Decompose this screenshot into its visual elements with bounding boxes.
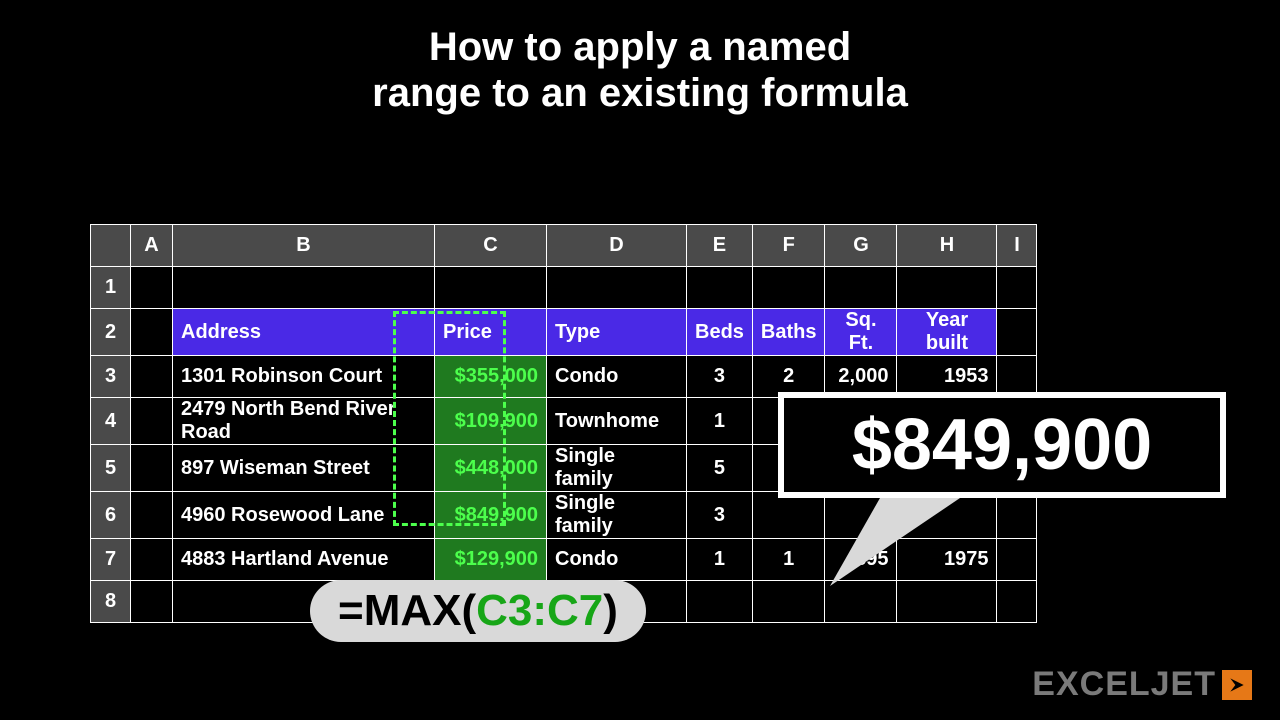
formula-suffix: ) (603, 586, 618, 635)
title-line-2: range to an existing formula (372, 71, 908, 115)
cell-beds: 3 (687, 492, 753, 539)
cell-price: $448,000 (435, 445, 547, 492)
cell-beds: 1 (687, 398, 753, 445)
cell-beds: 1 (687, 539, 753, 581)
hdr-beds: Beds (687, 309, 753, 356)
rowhdr-4: 4 (91, 398, 131, 445)
formula-pill: =MAX(C3:C7) (310, 580, 646, 642)
formula-prefix: =MAX( (338, 586, 476, 635)
brand-text: EXCELJET (1032, 665, 1216, 704)
cell-type: Single family (547, 492, 687, 539)
cell-price: $129,900 (435, 539, 547, 581)
col-A: A (131, 225, 173, 267)
cell-type: Condo (547, 539, 687, 581)
rowhdr-1: 1 (91, 267, 131, 309)
rowhdr-5: 5 (91, 445, 131, 492)
page-title: How to apply a named range to an existin… (0, 24, 1280, 116)
hdr-price: Price (435, 309, 547, 356)
cell-address: 897 Wiseman Street (173, 445, 435, 492)
col-G: G (825, 225, 897, 267)
hdr-sqft: Sq. Ft. (825, 309, 897, 356)
rowhdr-7: 7 (91, 539, 131, 581)
hdr-year: Year built (897, 309, 997, 356)
cell-address: 2479 North Bend River Road (173, 398, 435, 445)
hdr-type: Type (547, 309, 687, 356)
hdr-address: Address (173, 309, 435, 356)
col-C: C (435, 225, 547, 267)
hdr-baths: Baths (752, 309, 825, 356)
col-F: F (752, 225, 825, 267)
cell-beds: 5 (687, 445, 753, 492)
title-line-1: How to apply a named (429, 25, 851, 69)
col-E: E (687, 225, 753, 267)
column-header-row: A B C D E F G H I (91, 225, 1037, 267)
result-callout: $849,900 (778, 392, 1226, 498)
rowhdr-3: 3 (91, 356, 131, 398)
rowhdr-2: 2 (91, 309, 131, 356)
cell-baths: 1 (752, 539, 825, 581)
cell-type: Condo (547, 356, 687, 398)
row-1: 1 (91, 267, 1037, 309)
formula-range: C3:C7 (476, 586, 603, 635)
col-I: I (997, 225, 1037, 267)
cell-price: $849,900 (435, 492, 547, 539)
cell-type: Townhome (547, 398, 687, 445)
rowhdr-6: 6 (91, 492, 131, 539)
col-B: B (173, 225, 435, 267)
cell-beds: 3 (687, 356, 753, 398)
result-value: $849,900 (852, 404, 1152, 486)
cell-price: $355,000 (435, 356, 547, 398)
cell-address: 1301 Robinson Court (173, 356, 435, 398)
row-2-headers: 2 Address Price Type Beds Baths Sq. Ft. … (91, 309, 1037, 356)
rowhdr-8: 8 (91, 581, 131, 623)
cell-address: 4960 Rosewood Lane (173, 492, 435, 539)
col-H: H (897, 225, 997, 267)
brand-logo: EXCELJET (1032, 665, 1252, 704)
cell-address: 4883 Hartland Avenue (173, 539, 435, 581)
cell-price: $109,900 (435, 398, 547, 445)
col-D: D (547, 225, 687, 267)
callout-pointer-icon (830, 498, 960, 586)
arrow-icon (1222, 670, 1252, 700)
cell-type: Single family (547, 445, 687, 492)
